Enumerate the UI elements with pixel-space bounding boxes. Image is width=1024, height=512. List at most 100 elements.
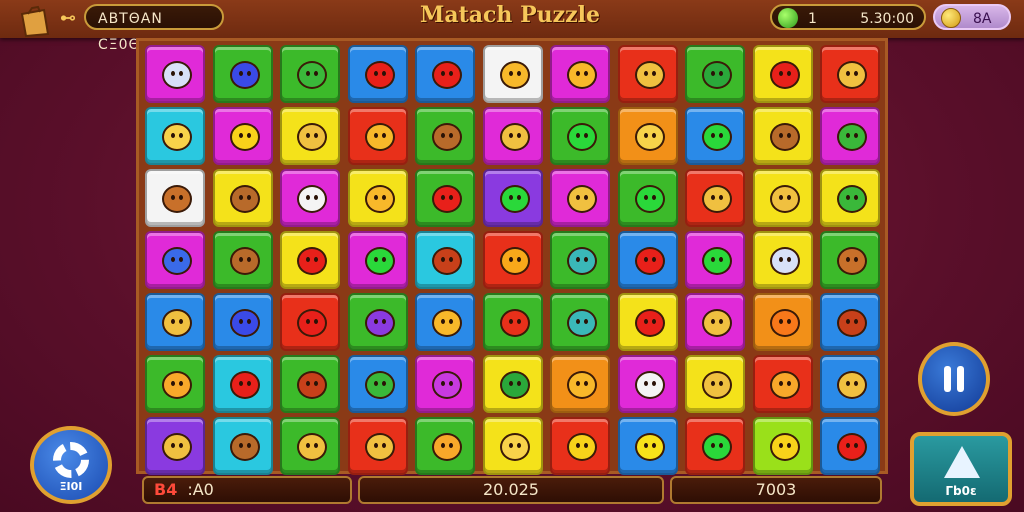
tile[interactable]: [550, 45, 610, 103]
star-icon: [634, 185, 665, 213]
tile[interactable]: [752, 355, 813, 413]
monkey-icon: [229, 185, 260, 213]
pause-icon-bar: [957, 366, 964, 392]
tile[interactable]: [280, 169, 340, 227]
tile[interactable]: [280, 355, 340, 413]
tile[interactable]: [482, 45, 543, 103]
bag-icon[interactable]: [18, 4, 50, 38]
tile[interactable]: [550, 355, 610, 413]
tile[interactable]: [145, 293, 205, 351]
lemon-icon: [229, 123, 260, 151]
face-icon: [702, 309, 732, 337]
tile[interactable]: [280, 417, 340, 475]
tile[interactable]: [617, 107, 678, 165]
tile[interactable]: [482, 107, 543, 165]
tile[interactable]: [752, 45, 813, 103]
face-icon: [162, 309, 192, 337]
tile[interactable]: [415, 417, 475, 475]
face-icon: [567, 185, 597, 213]
tile[interactable]: [550, 231, 610, 289]
tile[interactable]: [415, 107, 475, 165]
tile[interactable]: [482, 355, 543, 413]
tile[interactable]: [280, 293, 340, 351]
tile[interactable]: [820, 45, 880, 103]
tile[interactable]: [482, 231, 543, 289]
tile[interactable]: [415, 293, 475, 351]
tile[interactable]: [145, 107, 205, 165]
tile[interactable]: [752, 231, 813, 289]
tile[interactable]: [752, 417, 813, 475]
tile[interactable]: [820, 169, 880, 227]
heart-icon: [364, 61, 395, 89]
tile[interactable]: [482, 293, 543, 351]
ball-icon: [229, 309, 260, 337]
tile[interactable]: [347, 45, 408, 103]
tile[interactable]: [550, 107, 610, 165]
tile[interactable]: [617, 231, 678, 289]
tile[interactable]: [280, 231, 340, 289]
apple-icon: [499, 309, 530, 337]
tile[interactable]: [415, 355, 475, 413]
tile[interactable]: [685, 169, 745, 227]
tile[interactable]: [145, 45, 205, 103]
tile[interactable]: [617, 355, 678, 413]
tile[interactable]: [145, 169, 205, 227]
pause-icon: [944, 366, 951, 392]
tile[interactable]: [752, 293, 813, 351]
heart-icon: [432, 61, 462, 89]
tile[interactable]: [550, 417, 610, 475]
tile[interactable]: [550, 293, 610, 351]
star-icon: [702, 433, 732, 461]
tile[interactable]: [820, 355, 880, 413]
tile[interactable]: [617, 45, 678, 103]
tile[interactable]: [820, 107, 880, 165]
tile[interactable]: [482, 417, 543, 475]
tile[interactable]: [347, 231, 408, 289]
tile[interactable]: [145, 231, 205, 289]
tile[interactable]: [212, 107, 273, 165]
tile[interactable]: [347, 293, 408, 351]
tile[interactable]: [752, 107, 813, 165]
tile[interactable]: [482, 169, 543, 227]
tile[interactable]: [212, 45, 273, 103]
tile[interactable]: [280, 45, 340, 103]
tile[interactable]: [347, 355, 408, 413]
tile[interactable]: [752, 169, 813, 227]
hint-tool-button[interactable]: Γb0ε: [910, 432, 1012, 506]
tile[interactable]: [820, 231, 880, 289]
tile[interactable]: [415, 45, 475, 103]
tile[interactable]: [347, 417, 408, 475]
tile[interactable]: [280, 107, 340, 165]
timer-pill: 1 5.30:00: [770, 4, 926, 30]
tile[interactable]: [685, 355, 745, 413]
tile[interactable]: [145, 355, 205, 413]
doc-icon: [567, 247, 597, 275]
tile[interactable]: [347, 107, 408, 165]
level-tag: B4: [154, 480, 178, 499]
tile[interactable]: [212, 231, 273, 289]
tile[interactable]: [617, 169, 678, 227]
tile[interactable]: [820, 293, 880, 351]
tile[interactable]: [415, 231, 475, 289]
tile[interactable]: [347, 169, 408, 227]
pause-button[interactable]: [918, 342, 990, 416]
tile[interactable]: [617, 293, 678, 351]
coin-pill[interactable]: 8A: [933, 4, 1011, 30]
settings-button[interactable]: ΞI0I: [30, 426, 112, 504]
tile[interactable]: [685, 107, 745, 165]
tile[interactable]: [820, 417, 880, 475]
tile[interactable]: [212, 169, 273, 227]
tile[interactable]: [415, 169, 475, 227]
tile[interactable]: [685, 45, 745, 103]
tile[interactable]: [617, 417, 678, 475]
doc-icon: [567, 309, 597, 337]
tile[interactable]: [212, 293, 273, 351]
tile[interactable]: [685, 231, 745, 289]
tile[interactable]: [685, 293, 745, 351]
tile[interactable]: [685, 417, 745, 475]
tile[interactable]: [550, 169, 610, 227]
tile[interactable]: [145, 417, 205, 475]
tile[interactable]: [212, 355, 273, 413]
tile[interactable]: [212, 417, 273, 475]
sun-face-icon: [499, 61, 530, 89]
